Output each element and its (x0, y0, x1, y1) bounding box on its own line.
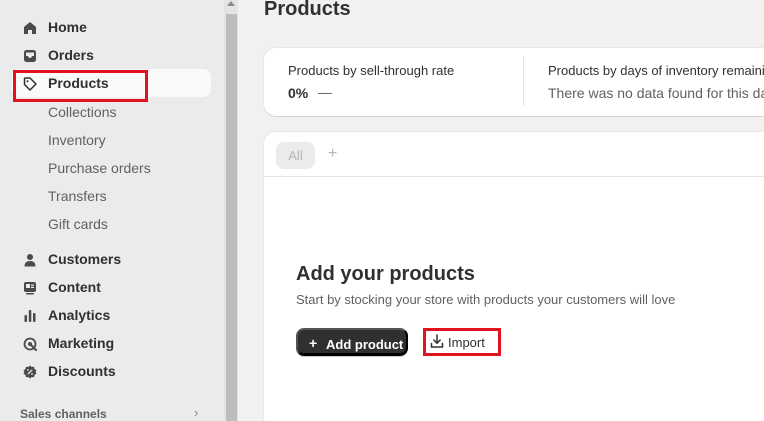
metrics-card: Products by sell-through rate 0% — Produ… (264, 48, 764, 116)
page-title: Products (264, 0, 351, 20)
chevron-right-icon[interactable]: › (194, 405, 198, 420)
nav-home[interactable]: Home (12, 13, 211, 41)
add-view-icon[interactable]: + (328, 145, 337, 163)
plus-icon: + (309, 335, 318, 351)
tab-all[interactable]: All (276, 142, 315, 169)
nav-orders-label: Orders (48, 47, 94, 63)
subnav-purchase-orders[interactable]: Purchase orders (48, 160, 151, 176)
nav-products-label: Products (48, 75, 109, 91)
add-product-button[interactable]: + Add product (296, 328, 408, 356)
import-button[interactable]: Import (426, 329, 498, 356)
nav-content-label: Content (48, 279, 101, 295)
sidebar-scrollbar-thumb[interactable] (226, 14, 237, 421)
products-card: All + Add your products Start by stockin… (264, 132, 764, 421)
nav-products[interactable]: Products (12, 69, 211, 97)
content-icon (22, 280, 37, 295)
sales-channels-heading[interactable]: Sales channels (20, 407, 107, 421)
nav-customers-label: Customers (48, 251, 122, 267)
discount-icon (22, 364, 37, 379)
subnav-collections[interactable]: Collections (48, 104, 116, 120)
inbox-icon (22, 48, 37, 63)
metric-sell-through-trend: — (318, 84, 332, 100)
sidebar: Home Orders Products Collections Invento… (0, 0, 224, 421)
nav-analytics-label: Analytics (48, 307, 111, 323)
nav-marketing[interactable]: Marketing (12, 329, 211, 357)
nav-home-label: Home (48, 19, 87, 35)
empty-state-heading: Add your products (296, 263, 475, 285)
metric-sell-through-value: 0% (288, 85, 309, 101)
nav-customers[interactable]: Customers (12, 245, 211, 273)
subnav-gift-cards[interactable]: Gift cards (48, 216, 108, 232)
import-label: Import (448, 335, 485, 350)
home-icon (22, 20, 37, 35)
nav-discounts[interactable]: Discounts (12, 357, 211, 385)
target-icon (22, 336, 37, 351)
nav-content[interactable]: Content (12, 273, 211, 301)
nav-orders[interactable]: Orders (12, 41, 211, 69)
tabs-divider (264, 176, 764, 177)
metric-sell-through-title[interactable]: Products by sell-through rate (288, 63, 454, 78)
metric-divider (523, 56, 524, 106)
metric-days-inventory-title[interactable]: Products by days of inventory remaini (548, 63, 764, 78)
bar-chart-icon (22, 308, 37, 323)
nav-discounts-label: Discounts (48, 363, 116, 379)
tag-icon (22, 76, 37, 91)
metric-days-inventory-empty: There was no data found for this da (548, 85, 764, 101)
scroll-up-arrow-icon[interactable] (227, 1, 235, 6)
download-icon (430, 334, 444, 350)
empty-state-subtext: Start by stocking your store with produc… (296, 292, 676, 307)
add-product-label: Add product (326, 337, 404, 352)
nav-marketing-label: Marketing (48, 335, 115, 351)
nav-analytics[interactable]: Analytics (12, 301, 211, 329)
person-icon (22, 252, 37, 267)
subnav-transfers[interactable]: Transfers (48, 188, 107, 204)
subnav-inventory[interactable]: Inventory (48, 132, 106, 148)
